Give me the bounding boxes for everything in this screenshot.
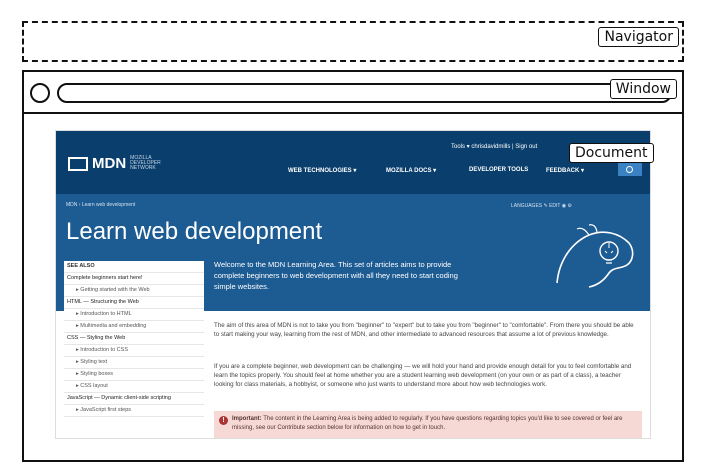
page-tools[interactable]: LANGUAGES ✎ EDIT ◉ ⚙ xyxy=(511,203,572,209)
sidebar-item[interactable]: ▸ Introduction to HTML xyxy=(64,309,204,321)
sidebar-item[interactable]: CSS — Styling the Web xyxy=(64,333,204,345)
mdn-logo-icon xyxy=(68,156,88,171)
sidebar: SEE ALSO Complete beginners start here! … xyxy=(64,261,204,438)
sidebar-item[interactable]: ▸ JavaScript first steps xyxy=(64,405,204,417)
sidebar-item[interactable]: HTML — Structuring the Web xyxy=(64,297,204,309)
window-header-divider xyxy=(24,112,682,114)
navigator-region: Navigator xyxy=(22,21,684,62)
important-label: Important: xyxy=(232,416,262,422)
menu-developer-tools[interactable]: DEVELOPER TOOLS xyxy=(469,167,528,173)
menu-feedback[interactable]: FEEDBACK ▾ xyxy=(546,167,584,174)
sidebar-item[interactable]: ▸ Styling boxes xyxy=(64,369,204,381)
mdn-header: MDN MOZILLA DEVELOPER NETWORK Tools ▾ ch… xyxy=(56,131,650,194)
sidebar-item[interactable]: JavaScript — Dynamic client-side scripti… xyxy=(64,393,204,405)
mdn-logo-word: MDN xyxy=(92,155,127,172)
document-label: Document xyxy=(569,143,654,163)
breadcrumb[interactable]: MDN › Learn web development xyxy=(66,202,135,208)
sidebar-item[interactable]: ▸ Styling text xyxy=(64,357,204,369)
menu-web-technologies[interactable]: WEB TECHNOLOGIES ▾ xyxy=(288,167,356,174)
search-button[interactable] xyxy=(618,163,642,176)
sidebar-item[interactable]: ▸ Multimedia and embedding xyxy=(64,321,204,333)
important-body: The content in the Learning Area is bein… xyxy=(232,416,623,431)
user-links[interactable]: Tools ▾ chrisdavidmills | Sign out xyxy=(451,143,537,150)
important-notice: ! Important: The content in the Learning… xyxy=(214,411,642,438)
search-icon xyxy=(626,166,633,173)
important-notice-text: Important: The content in the Learning A… xyxy=(232,415,637,433)
page-title: Learn web development xyxy=(66,218,323,245)
sidebar-heading: SEE ALSO xyxy=(64,261,204,273)
welcome-text: Welcome to the MDN Learning Area. This s… xyxy=(214,260,458,291)
menu-mozilla-docs[interactable]: MOZILLA DOCS ▾ xyxy=(386,167,436,174)
sidebar-item[interactable]: ▸ Introduction to CSS xyxy=(64,345,204,357)
dino-mascot-icon xyxy=(556,224,634,288)
intro-paragraph-2: If you are a complete beginner, web deve… xyxy=(214,363,632,388)
window-control-icon xyxy=(30,83,50,103)
navigator-label: Navigator xyxy=(598,27,679,47)
document-region: MDN MOZILLA DEVELOPER NETWORK Tools ▾ ch… xyxy=(56,131,650,438)
sidebar-item[interactable]: Complete beginners start here! xyxy=(64,273,204,285)
window-address-bar xyxy=(57,83,672,103)
mdn-logo-subtitle: MOZILLA DEVELOPER NETWORK xyxy=(130,155,161,171)
sidebar-item[interactable]: ▸ Getting started with the Web xyxy=(64,285,204,297)
window-label: Window xyxy=(609,79,677,99)
alert-icon: ! xyxy=(219,416,228,425)
mdn-logo: MDN MOZILLA DEVELOPER NETWORK xyxy=(68,155,161,172)
intro-paragraph-1: The aim of this area of MDN is not to ta… xyxy=(214,322,634,338)
sidebar-item[interactable]: ▸ CSS layout xyxy=(64,381,204,393)
